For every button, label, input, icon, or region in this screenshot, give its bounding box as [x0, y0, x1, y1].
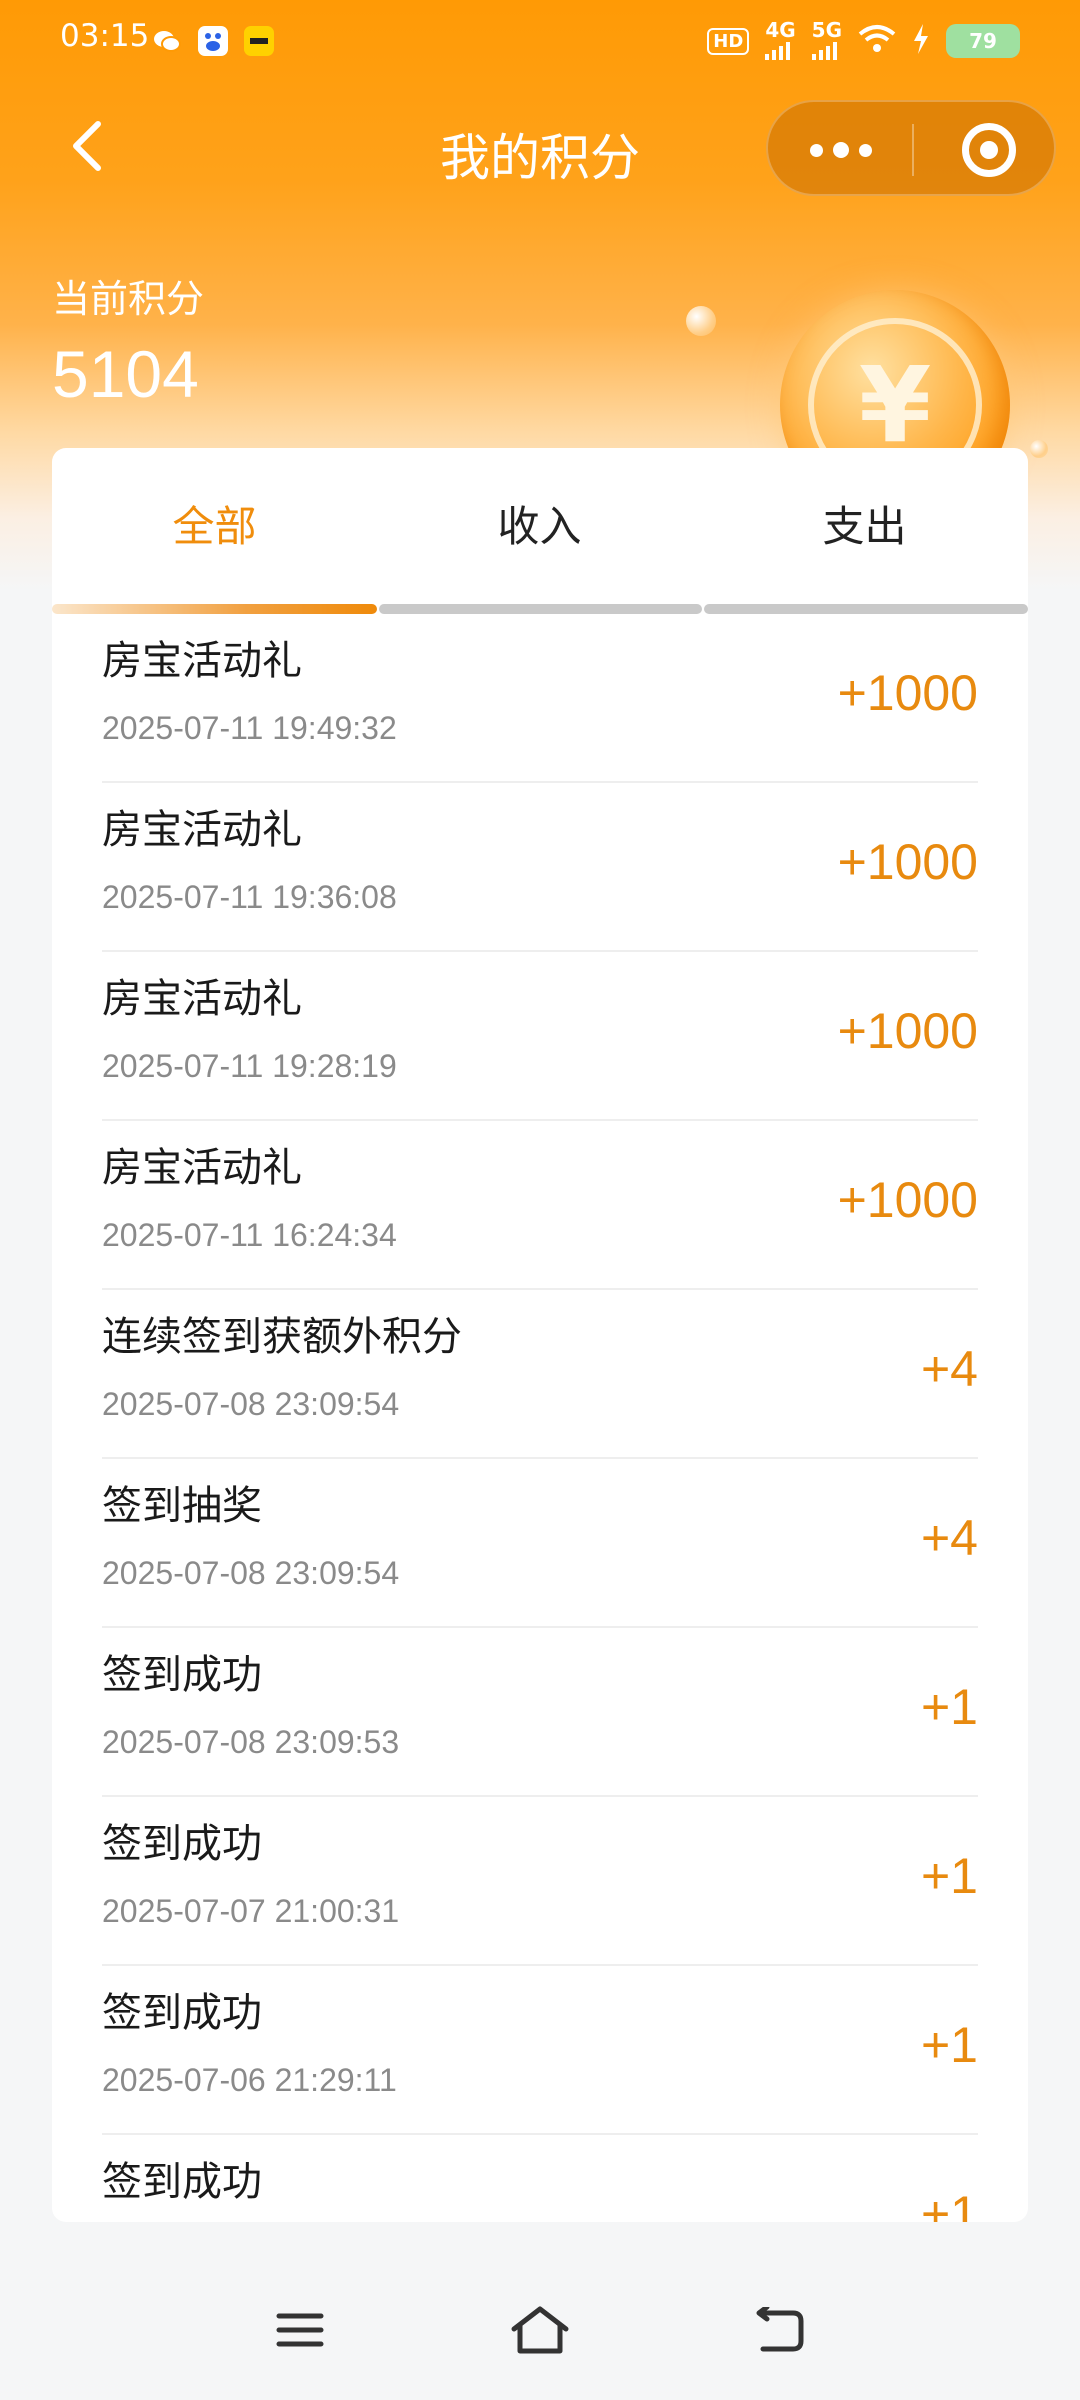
wechat-icon: [152, 26, 182, 56]
list-item[interactable]: 房宝活动礼 2025-07-11 19:28:19 +1000: [102, 952, 978, 1121]
tab-all[interactable]: 全部: [52, 448, 377, 598]
hd-badge: HD: [707, 27, 750, 55]
list-item[interactable]: 签到成功 +1: [102, 2135, 978, 2222]
current-points-label: 当前积分: [52, 277, 205, 321]
record-time: 2025-07-11 16:24:34: [102, 1217, 397, 1253]
status-right: HD 4G 5G 79: [707, 18, 1020, 60]
record-amount: +1000: [837, 834, 978, 890]
close-button[interactable]: [962, 123, 1016, 177]
record-title: 签到成功: [102, 1990, 262, 2036]
record-time: 2025-07-08 23:09:54: [102, 1386, 400, 1422]
wifi-icon: [858, 24, 896, 59]
current-points-value: 5104: [52, 337, 199, 411]
record-title: 房宝活动礼: [102, 638, 302, 684]
list-item[interactable]: 房宝活动礼 2025-07-11 19:49:32 +1000: [102, 614, 978, 783]
more-dot: [858, 143, 872, 157]
record-time: 2025-07-06 21:29:11: [102, 2062, 397, 2098]
charging-icon: [912, 23, 930, 59]
home-button[interactable]: [490, 2260, 590, 2400]
record-amount: +4: [920, 1510, 978, 1566]
signal-4g: 4G: [765, 18, 796, 60]
return-icon: [756, 2307, 804, 2352]
record-time: 2025-07-11 19:49:32: [102, 710, 397, 746]
return-button[interactable]: [730, 2260, 830, 2400]
menu-icon: [276, 2313, 324, 2347]
filter-tabs: 全部 收入 支出: [52, 448, 1028, 603]
record-title: 房宝活动礼: [102, 976, 302, 1022]
decor-bubble: [686, 306, 716, 336]
baidu-icon: [198, 26, 228, 56]
system-nav-bar: [0, 2260, 1080, 2400]
record-title: 房宝活动礼: [102, 1145, 302, 1191]
signal-bars-icon: [765, 38, 791, 60]
list-item[interactable]: 签到成功 2025-07-08 23:09:53 +1: [102, 1628, 978, 1797]
list-item[interactable]: 签到抽奖 2025-07-08 23:09:54 +4: [102, 1459, 978, 1628]
record-amount: +1: [920, 2017, 978, 2073]
record-amount: +1000: [837, 665, 978, 721]
record-title: 房宝活动礼: [102, 807, 302, 853]
more-dots-icon: [809, 143, 823, 157]
record-amount: +1000: [837, 1003, 978, 1059]
list-item[interactable]: 房宝活动礼 2025-07-11 19:36:08 +1000: [102, 783, 978, 952]
decor-bubble: [1030, 440, 1048, 458]
signal-5g: 5G: [811, 18, 842, 60]
record-title: 签到成功: [102, 1652, 262, 1698]
status-time: 03:15: [60, 18, 150, 54]
record-amount: +1: [920, 2186, 978, 2222]
net-label-4g: 4G: [765, 18, 796, 42]
records-card: 全部 收入 支出 房宝活动礼 2025-07-11 19:49:32 +1000…: [52, 448, 1028, 2222]
record-amount: +1000: [837, 1172, 978, 1228]
list-item[interactable]: 房宝活动礼 2025-07-11 16:24:34 +1000: [102, 1121, 978, 1290]
tab-indicator-all: [52, 604, 377, 614]
record-time: 2025-07-08 23:09:54: [102, 1555, 400, 1591]
home-icon: [511, 2306, 569, 2354]
net-label-5g: 5G: [811, 18, 842, 42]
record-title: 签到抽奖: [102, 1483, 262, 1529]
record-time: 2025-07-07 21:00:31: [102, 1893, 400, 1929]
record-time: 2025-07-11 19:36:08: [102, 879, 397, 915]
status-bar: 03:15 HD 4G 5G 79: [0, 0, 1080, 80]
record-title: 签到成功: [102, 2159, 262, 2205]
menu-button[interactable]: [250, 2260, 350, 2400]
list-item[interactable]: 签到成功 2025-07-07 21:00:31 +1: [102, 1797, 978, 1966]
record-title: 签到成功: [102, 1821, 262, 1867]
more-button[interactable]: [768, 102, 913, 198]
tab-income[interactable]: 收入: [377, 448, 702, 598]
tab-expense[interactable]: 支出: [702, 448, 1027, 598]
mini-program-capsule: [766, 100, 1056, 196]
tab-indicator-expense: [704, 604, 1028, 614]
meituan-icon: [244, 26, 274, 56]
record-amount: +1: [920, 1679, 978, 1735]
signal-bars-icon: [811, 38, 837, 60]
list-item[interactable]: 连续签到获额外积分 2025-07-08 23:09:54 +4: [102, 1290, 978, 1459]
record-amount: +4: [920, 1341, 978, 1397]
record-time: 2025-07-11 19:28:19: [102, 1048, 397, 1084]
tab-indicator-income: [379, 604, 702, 614]
points-record-list: 房宝活动礼 2025-07-11 19:49:32 +1000 房宝活动礼 20…: [52, 614, 1028, 2222]
record-amount: +1: [920, 1848, 978, 1904]
more-dot: [832, 142, 849, 158]
capsule-divider: [912, 124, 914, 176]
list-item[interactable]: 签到成功 2025-07-06 21:29:11 +1: [102, 1966, 978, 2135]
record-time: 2025-07-08 23:09:53: [102, 1724, 400, 1760]
battery-indicator: 79: [946, 24, 1020, 58]
record-title: 连续签到获额外积分: [102, 1314, 462, 1360]
